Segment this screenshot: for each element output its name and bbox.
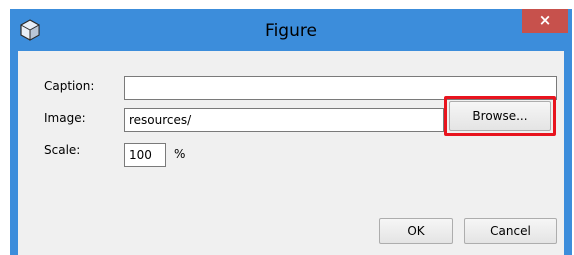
scale-input[interactable]: 100 [124, 143, 166, 167]
caption-label: Caption: [44, 79, 95, 93]
close-button[interactable]: × [522, 9, 568, 33]
scale-unit: % [174, 147, 186, 161]
window-title: Figure [265, 21, 317, 41]
image-label: Image: [44, 111, 86, 125]
browse-highlight [444, 96, 556, 136]
dialog-body: Caption: Image: resources/ Scale: 100 % … [18, 51, 564, 255]
scale-label: Scale: [44, 143, 81, 157]
image-path-input[interactable]: resources/ [124, 108, 444, 132]
ok-button[interactable]: OK [379, 218, 453, 244]
title-bar[interactable]: Figure × [10, 9, 572, 51]
cancel-button[interactable]: Cancel [464, 218, 557, 244]
close-icon: × [538, 11, 552, 29]
